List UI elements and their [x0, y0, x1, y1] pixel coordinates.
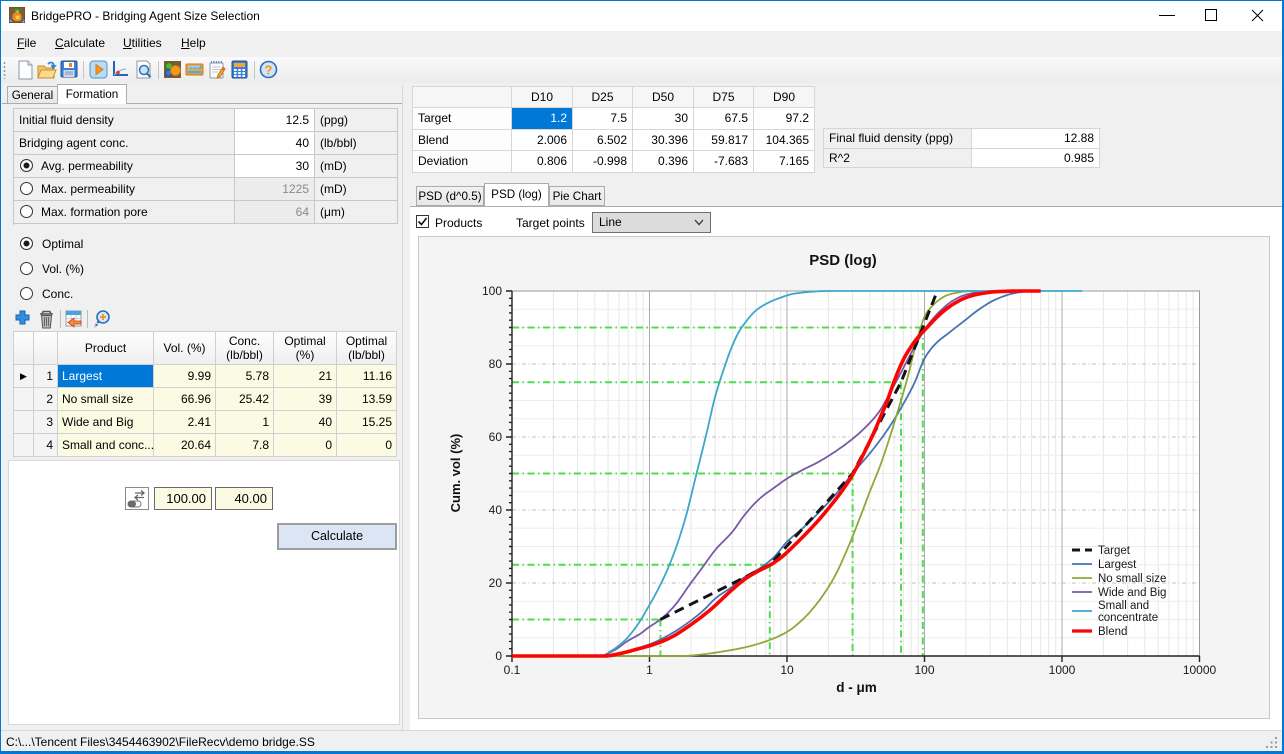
svg-text:Blend: Blend — [1098, 626, 1127, 638]
svg-text:0.1: 0.1 — [504, 663, 521, 677]
svg-text:60: 60 — [489, 430, 503, 444]
svg-text:10: 10 — [780, 663, 794, 677]
svg-text:Wide and Big: Wide and Big — [1098, 587, 1166, 599]
svg-text:0: 0 — [495, 649, 502, 663]
svg-text:100: 100 — [914, 663, 934, 677]
svg-text:No small size: No small size — [1098, 573, 1166, 585]
svg-text:80: 80 — [489, 357, 503, 371]
svg-text:?: ? — [265, 63, 273, 78]
svg-text:d - μm: d - μm — [836, 680, 877, 695]
svg-text:100: 100 — [482, 284, 502, 298]
svg-text:Largest: Largest — [1098, 559, 1137, 571]
svg-text:20: 20 — [489, 576, 503, 590]
svg-text:PSD (log): PSD (log) — [809, 252, 877, 269]
svg-text:concentrate: concentrate — [1098, 612, 1158, 624]
svg-text:Small and: Small and — [1098, 600, 1149, 612]
svg-text:40: 40 — [489, 503, 503, 517]
svg-text:Target: Target — [1098, 545, 1131, 557]
svg-text:10000: 10000 — [1183, 663, 1217, 677]
svg-text:Cum. vol (%): Cum. vol (%) — [448, 434, 463, 513]
svg-text:1: 1 — [646, 663, 653, 677]
svg-text:1000: 1000 — [1049, 663, 1076, 677]
